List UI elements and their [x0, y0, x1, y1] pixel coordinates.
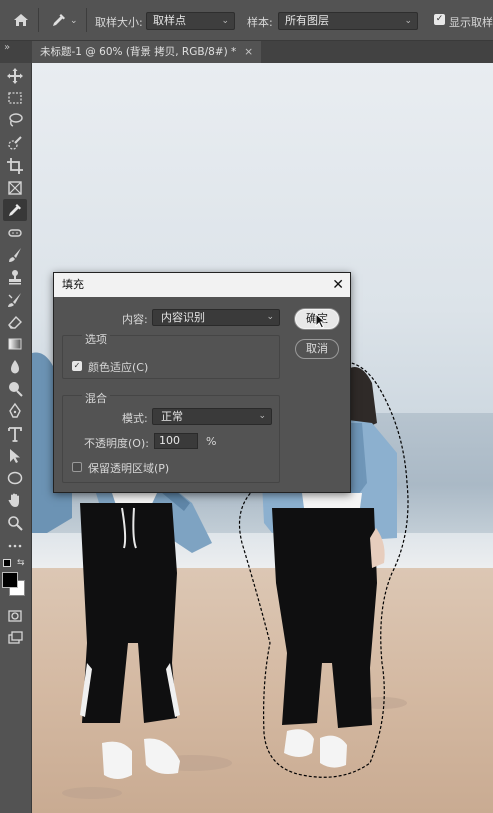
- cancel-button[interactable]: 取消: [295, 339, 339, 359]
- quick-select-icon[interactable]: [6, 134, 24, 152]
- eyedropper-icon[interactable]: [50, 11, 68, 29]
- close-icon[interactable]: ✕: [332, 273, 344, 297]
- eyedropper-tool-icon[interactable]: [6, 201, 24, 219]
- color-adapt-checkbox[interactable]: ✓: [72, 361, 82, 371]
- move-icon[interactable]: [6, 67, 24, 85]
- preserve-transparency-label[interactable]: 保留透明区域(P): [88, 460, 169, 476]
- zoom-icon[interactable]: [6, 514, 24, 532]
- mouse-cursor-icon: [315, 313, 327, 329]
- sample-size-select[interactable]: 取样点 ⌄: [146, 12, 235, 30]
- color-adapt-label[interactable]: 颜色适应(C): [88, 359, 148, 375]
- mode-value: 正常: [161, 410, 183, 423]
- collapse-panels-icon[interactable]: »: [4, 42, 10, 53]
- opacity-input[interactable]: 100: [154, 433, 198, 449]
- toolbar: ⇆: [0, 63, 32, 813]
- sample-size-value: 取样点: [153, 14, 186, 27]
- blur-icon[interactable]: [6, 358, 24, 376]
- home-icon[interactable]: [12, 11, 30, 29]
- type-icon[interactable]: [6, 425, 24, 443]
- chevron-down-icon: ⌄: [404, 16, 412, 26]
- dialog-title: 填充: [62, 278, 84, 291]
- opacity-label: 不透明度(O):: [84, 437, 149, 450]
- document-tab[interactable]: 未标题-1 @ 60% (背景 拷贝, RGB/8#) * ×: [32, 41, 262, 63]
- gradient-icon[interactable]: [6, 335, 24, 353]
- fill-dialog: 填充 ✕ 内容: 内容识别 ⌄ 选项 ✓ 颜色适应(C) 混合 模式: 正常 ⌄…: [53, 272, 351, 493]
- mode-select[interactable]: 正常 ⌄: [152, 408, 272, 425]
- sample-value: 所有图层: [285, 14, 329, 27]
- history-brush-icon[interactable]: [6, 291, 24, 309]
- dialog-titlebar[interactable]: 填充 ✕: [54, 273, 350, 297]
- sample-label: 样本:: [247, 16, 273, 29]
- marquee-icon[interactable]: [6, 89, 24, 107]
- opacity-unit: %: [206, 435, 217, 448]
- screen-mode-icon[interactable]: [6, 629, 24, 647]
- close-tab-icon[interactable]: ×: [244, 46, 253, 58]
- foreground-color-swatch[interactable]: [2, 572, 18, 588]
- blend-group-label: 混合: [82, 390, 110, 406]
- document-tab-title: 未标题-1 @ 60% (背景 拷贝, RGB/8#) *: [40, 46, 237, 58]
- stamp-icon[interactable]: [6, 268, 24, 286]
- spot-healing-icon[interactable]: [6, 224, 24, 242]
- crop-icon[interactable]: [6, 157, 24, 175]
- dodge-icon[interactable]: [6, 380, 24, 398]
- sample-select[interactable]: 所有图层 ⌄: [278, 12, 418, 30]
- chevron-down-icon: ⌄: [266, 312, 274, 322]
- divider: [38, 8, 39, 32]
- path-select-icon[interactable]: [6, 447, 24, 465]
- pen-icon[interactable]: [6, 402, 24, 420]
- frame-icon[interactable]: [6, 179, 24, 197]
- show-ring-checkbox[interactable]: ✓: [434, 14, 445, 25]
- more-icon[interactable]: [6, 537, 24, 555]
- quick-mask-icon[interactable]: [6, 607, 24, 625]
- ellipse-icon[interactable]: [6, 469, 24, 487]
- content-select[interactable]: 内容识别 ⌄: [152, 309, 280, 326]
- sample-size-label: 取样大小:: [95, 16, 143, 29]
- content-label: 内容:: [122, 313, 148, 326]
- hand-icon[interactable]: [6, 491, 24, 509]
- chevron-down-icon: ⌄: [258, 411, 266, 421]
- chevron-down-icon: ⌄: [221, 16, 229, 26]
- mode-label: 模式:: [122, 412, 148, 425]
- divider: [86, 8, 87, 32]
- document-tab-bar: » 未标题-1 @ 60% (背景 拷贝, RGB/8#) * ×: [0, 41, 493, 63]
- lasso-icon[interactable]: [6, 111, 24, 129]
- content-value: 内容识别: [161, 311, 205, 324]
- tool-preset-chevron-icon[interactable]: ⌄: [70, 16, 78, 26]
- eraser-icon[interactable]: [6, 313, 24, 331]
- show-ring-label: 显示取样环: [449, 16, 493, 29]
- options-group-label: 选项: [82, 331, 110, 347]
- color-swatch-icon[interactable]: ⇆: [0, 557, 31, 599]
- swap-colors-icon[interactable]: ⇆: [17, 558, 25, 568]
- brush-icon[interactable]: [6, 246, 24, 264]
- default-colors-icon[interactable]: [3, 559, 11, 567]
- options-bar: ⌄ 取样大小: 取样点 ⌄ 样本: 所有图层 ⌄ ✓ 显示取样环: [0, 0, 493, 41]
- preserve-transparency-checkbox[interactable]: [72, 462, 82, 472]
